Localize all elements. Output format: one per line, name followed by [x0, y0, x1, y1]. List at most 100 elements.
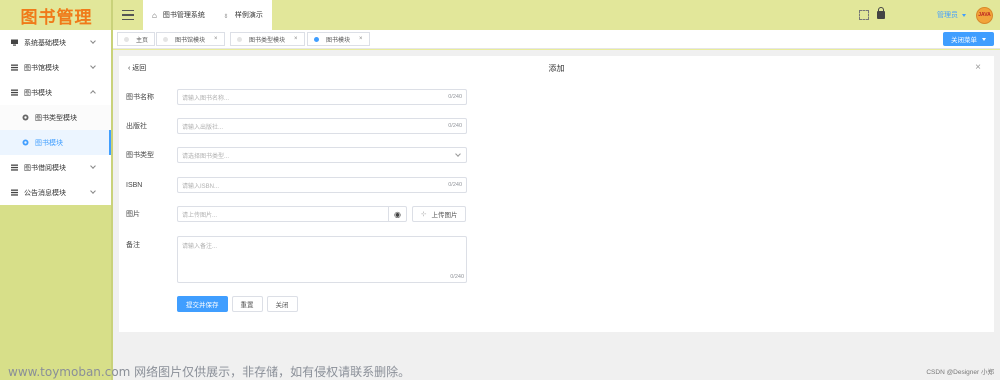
sidebar-item-label: 公告消息模块	[24, 189, 66, 197]
close-menu-label: 关闭菜单	[951, 37, 977, 44]
credit-text: CSDN @Designer 小郑	[926, 369, 994, 376]
chevron-down-icon	[90, 38, 96, 44]
placeholder-text: 请输入出版社...	[182, 124, 224, 131]
lock-icon[interactable]	[877, 7, 885, 19]
char-counter: 0/240	[450, 274, 464, 280]
field-label: 出版社	[126, 123, 147, 130]
page-tab-library[interactable]: 图书馆模块 ×	[156, 32, 225, 46]
form-row-publisher: 出版社 请输入出版社... 0/240	[126, 118, 467, 134]
page-tab-book-types[interactable]: 图书类型模块 ×	[230, 32, 305, 46]
dot-icon	[314, 36, 319, 42]
placeholder-text: 请输入备注...	[182, 244, 218, 250]
bulb-icon: ♁	[222, 10, 229, 20]
book-name-input[interactable]: 请输入图书名称... 0/240	[177, 89, 467, 105]
header-tab-label: 图书管理系统	[162, 12, 205, 19]
page-tab-home[interactable]: 主页	[117, 32, 156, 46]
header-right: 管理员 JAVA	[859, 0, 1000, 30]
chevron-down-icon	[90, 63, 96, 69]
close-menu-button[interactable]: 关闭菜单	[943, 32, 994, 46]
field-label: 备注	[126, 242, 140, 249]
header-tab-system[interactable]: ⌂ 图书管理系统	[143, 0, 214, 30]
sidebar-item-books[interactable]: 图书模块	[0, 80, 111, 105]
field-label: 图书类型	[126, 152, 154, 159]
field-label: 图书名称	[126, 94, 154, 101]
sidebar-item-label: 图书馆模块	[24, 64, 59, 72]
logo-text: 图书管理	[20, 7, 93, 28]
fullscreen-icon[interactable]	[859, 10, 869, 20]
list-icon	[11, 64, 18, 71]
page-tab-label: 主页	[136, 37, 149, 44]
close-icon[interactable]: ×	[294, 36, 298, 42]
isbn-input[interactable]: 请输入ISBN... 0/240	[177, 177, 467, 193]
form-row-image: 图片 请上传图片... ◉ ⊹ 上传图片	[126, 206, 467, 222]
gear-icon	[22, 114, 29, 121]
caret-down-icon	[982, 37, 986, 41]
image-input[interactable]: 请上传图片... ◉	[177, 206, 407, 222]
sidebar-item-notices[interactable]: 公告消息模块	[0, 180, 111, 205]
placeholder-text: 请上传图片...	[182, 212, 218, 219]
caret-down-icon[interactable]	[962, 13, 966, 17]
eye-icon[interactable]: ◉	[388, 206, 406, 222]
close-button[interactable]: 关闭	[266, 296, 298, 312]
sidebar-item-label: 图书模块	[35, 139, 63, 147]
remark-textarea[interactable]: 请输入备注... 0/240	[177, 236, 467, 283]
chevron-down-icon	[90, 188, 96, 194]
sidebar-item-label: 系统基础模块	[24, 39, 66, 47]
char-counter: 0/240	[448, 123, 462, 129]
form-actions: 提交并保存 重置 关闭	[177, 296, 298, 312]
book-type-select[interactable]: 请选择图书类型...	[177, 147, 467, 163]
chevron-down-icon	[90, 163, 96, 169]
close-icon[interactable]: ×	[359, 36, 363, 42]
sidebar-item-library[interactable]: 图书馆模块	[0, 55, 111, 80]
watermark-text: www.toymoban.com 网络图片仅供展示，非存储，如有侵权请联系删除。	[8, 365, 411, 379]
page-tab-label: 图书类型模块	[249, 37, 286, 44]
char-counter: 0/240	[448, 182, 462, 188]
user-name[interactable]: 管理员	[937, 10, 958, 20]
list-icon	[11, 89, 18, 96]
chevron-up-icon	[90, 90, 96, 96]
list-icon	[11, 164, 18, 171]
close-icon[interactable]: ×	[214, 36, 218, 42]
field-label: ISBN	[126, 181, 143, 189]
sidebar: 图书管理 系统基础模块 图书馆模块 图书模块 图书类型模块 图书模块 图书借阅模	[0, 0, 113, 380]
gear-icon	[22, 139, 29, 146]
upload-icon: ⊹	[421, 211, 427, 218]
home-icon: ⌂	[152, 10, 157, 20]
upload-image-button[interactable]: ⊹ 上传图片	[412, 206, 467, 222]
sidebar-item-label: 图书借阅模块	[24, 164, 66, 172]
sidebar-item-label: 图书类型模块	[35, 114, 77, 122]
menu-toggle-icon[interactable]	[113, 0, 143, 30]
sidebar-item-borrowing[interactable]: 图书借阅模块	[0, 155, 111, 180]
form-card: ‹ 返回 添加 × 图书名称 请输入图书名称... 0/240 出版社 请输入出…	[119, 56, 994, 332]
placeholder-text: 请选择图书类型...	[182, 153, 230, 160]
sidebar-menu: 系统基础模块 图书馆模块 图书模块 图书类型模块 图书模块 图书借阅模块 公告消…	[0, 30, 111, 205]
top-header: ⌂ 图书管理系统 ♁ 样例演示 管理员 JAVA	[113, 0, 1000, 30]
header-tab-demo[interactable]: ♁ 样例演示	[213, 0, 272, 30]
sidebar-item-label: 图书模块	[24, 89, 52, 97]
monitor-icon	[11, 39, 18, 46]
placeholder-text: 请输入图书名称...	[182, 95, 230, 102]
reset-button[interactable]: 重置	[231, 296, 263, 312]
page-title: 添加	[548, 64, 565, 73]
form-row-remark: 备注 请输入备注... 0/240	[126, 236, 467, 283]
publisher-input[interactable]: 请输入出版社... 0/240	[177, 118, 467, 134]
sidebar-item-system[interactable]: 系统基础模块	[0, 30, 111, 55]
form-row-type: 图书类型 请选择图书类型...	[126, 147, 467, 163]
dot-icon	[163, 36, 168, 42]
dot-icon	[124, 36, 129, 42]
page-tab-label: 图书模块	[326, 37, 351, 44]
avatar[interactable]: JAVA	[976, 6, 993, 24]
close-icon[interactable]: ×	[975, 62, 981, 73]
app-logo[interactable]: 图书管理	[0, 0, 113, 30]
sidebar-filler	[0, 205, 111, 380]
sidebar-item-book-types[interactable]: 图书类型模块	[0, 105, 111, 130]
upload-label: 上传图片	[431, 212, 458, 219]
submit-save-button[interactable]: 提交并保存	[177, 296, 228, 312]
form-row-name: 图书名称 请输入图书名称... 0/240	[126, 89, 467, 105]
dot-icon	[237, 36, 242, 42]
field-label: 图片	[126, 211, 140, 218]
list-icon	[11, 189, 18, 196]
form-row-isbn: ISBN 请输入ISBN... 0/240	[126, 177, 467, 193]
page-tab-books[interactable]: 图书模块 ×	[307, 32, 370, 46]
sidebar-item-book-module[interactable]: 图书模块	[0, 130, 111, 155]
